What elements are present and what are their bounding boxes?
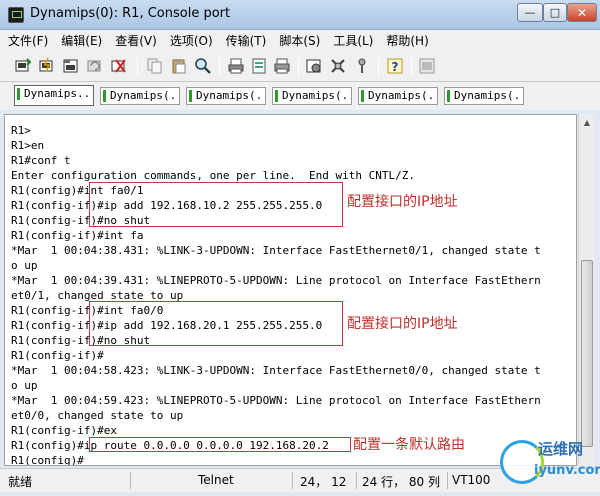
annotation-ip-config-1: 配置接口的IP地址 xyxy=(347,194,458,210)
status-cursor-position: 24， 12 xyxy=(300,475,347,489)
paste-icon[interactable] xyxy=(170,57,188,75)
help-icon[interactable]: ? xyxy=(386,57,404,75)
scrollbar-thumb[interactable] xyxy=(581,260,593,447)
menu-view[interactable]: 查看(V) xyxy=(115,32,157,49)
annotation-ip-config-2: 配置接口的IP地址 xyxy=(347,316,458,332)
connect-tab-icon[interactable] xyxy=(62,57,80,75)
print-selection-icon[interactable] xyxy=(250,57,268,75)
disconnect-icon[interactable] xyxy=(110,57,128,75)
terminal-line: R1(config)# xyxy=(11,454,84,466)
status-divider xyxy=(292,472,293,489)
status-ready: 就绪 xyxy=(8,475,33,489)
terminal-line: R1> xyxy=(11,124,31,137)
terminal-line: *Mar 1 00:04:58.423: %LINK-3-UPDOWN: Int… xyxy=(11,364,541,377)
global-options-icon[interactable] xyxy=(329,57,347,75)
highlight-box-interface-2 xyxy=(89,301,343,346)
keymap-icon[interactable] xyxy=(353,57,371,75)
terminal-lines: R1> R1>en R1#conf t Enter configuration com… xyxy=(11,123,541,466)
status-emulation: VT100 xyxy=(452,473,491,487)
terminal-app-icon xyxy=(8,7,24,23)
highlight-box-default-route xyxy=(89,437,351,452)
toolbar-separator xyxy=(411,57,412,76)
terminal-line: o up xyxy=(11,259,38,272)
toolbar: ? xyxy=(0,50,600,82)
find-icon[interactable] xyxy=(194,57,212,75)
highlight-box-interface-1 xyxy=(89,182,343,227)
sftp-icon[interactable] xyxy=(418,57,436,75)
menu-edit[interactable]: 编辑(E) xyxy=(61,32,102,49)
watermark-logo: 运维网 iyunv.com xyxy=(498,434,600,496)
terminal-line: R1>en xyxy=(11,139,45,152)
menu-bar: 文件(F) 编辑(E) 查看(V) 选项(O) 传输(T) 脚本(S) 工具(L… xyxy=(0,30,600,50)
quick-connect-icon[interactable] xyxy=(38,57,56,75)
window-title: Dynamips(0): R1, Console port xyxy=(30,6,231,21)
menu-transfer[interactable]: 传输(T) xyxy=(226,32,267,49)
watermark-cn: 运维网 xyxy=(538,440,584,458)
menu-script[interactable]: 脚本(S) xyxy=(279,32,320,49)
terminal-line: Enter configuration commands, one per li… xyxy=(11,169,415,182)
app-window: Dynamips(0): R1, Console port — □ ✕ 文件(F… xyxy=(0,0,600,496)
scroll-up-arrow-icon[interactable]: ▲ xyxy=(579,114,595,130)
status-divider xyxy=(447,472,448,489)
terminal-line: R1(config-if)#int fa xyxy=(11,229,144,242)
minimize-button[interactable]: — xyxy=(517,3,543,22)
status-size: 24 行， 80 列 xyxy=(362,475,440,489)
terminal-line: *Mar 1 00:04:39.431: %LINEPROTO-5-UPDOWN… xyxy=(11,274,541,287)
terminal-line: R1(config-if)# xyxy=(11,349,104,362)
terminal-line: o up xyxy=(11,379,38,392)
session-tab[interactable]: Dynamips(... xyxy=(358,87,438,105)
toolbar-separator xyxy=(298,57,299,76)
terminal-line: *Mar 1 00:04:59.423: %LINEPROTO-5-UPDOWN… xyxy=(11,394,541,407)
terminal-area[interactable]: R1> R1>en R1#conf t Enter configuration com… xyxy=(4,114,577,466)
toolbar-separator xyxy=(137,57,138,76)
annotation-default-route: 配置一条默认路由 xyxy=(353,437,465,453)
svg-text:?: ? xyxy=(392,60,399,74)
terminal-line: *Mar 1 00:04:38.431: %LINK-3-UPDOWN: Int… xyxy=(11,244,541,257)
title-bar: Dynamips(0): R1, Console port — □ ✕ xyxy=(0,0,600,30)
connect-icon[interactable] xyxy=(14,57,32,75)
watermark-en: iyunv.com xyxy=(534,463,600,478)
close-button[interactable]: ✕ xyxy=(567,3,597,22)
menu-tools[interactable]: 工具(L) xyxy=(333,32,373,49)
toolbar-separator xyxy=(378,57,379,76)
session-tab[interactable]: Dynamips(... xyxy=(186,87,266,105)
session-tab-bar: Dynamips... Dynamips(... Dynamips(... Dy… xyxy=(0,82,600,110)
menu-help[interactable]: 帮助(H) xyxy=(386,32,428,49)
session-tab[interactable]: Dynamips(... xyxy=(272,87,352,105)
session-tab[interactable]: Dynamips(... xyxy=(100,87,180,105)
status-divider xyxy=(356,472,357,489)
print-icon[interactable] xyxy=(227,57,245,75)
session-tab[interactable]: Dynamips(... xyxy=(444,87,524,105)
vertical-scrollbar[interactable]: ▲ xyxy=(578,114,595,466)
menu-file[interactable]: 文件(F) xyxy=(8,32,48,49)
session-options-icon[interactable] xyxy=(305,57,323,75)
terminal-line: R1#conf t xyxy=(11,154,71,167)
session-tab[interactable]: Dynamips... xyxy=(14,85,94,106)
terminal-line: et0/0, changed state to up xyxy=(11,409,184,422)
status-protocol: Telnet xyxy=(198,473,234,487)
reconnect-icon[interactable] xyxy=(86,57,104,75)
maximize-button[interactable]: □ xyxy=(543,3,567,22)
print-screen-icon[interactable] xyxy=(273,57,291,75)
status-divider xyxy=(130,472,131,489)
menu-options[interactable]: 选项(O) xyxy=(170,32,213,49)
copy-icon[interactable] xyxy=(146,57,164,75)
toolbar-separator xyxy=(219,57,220,76)
